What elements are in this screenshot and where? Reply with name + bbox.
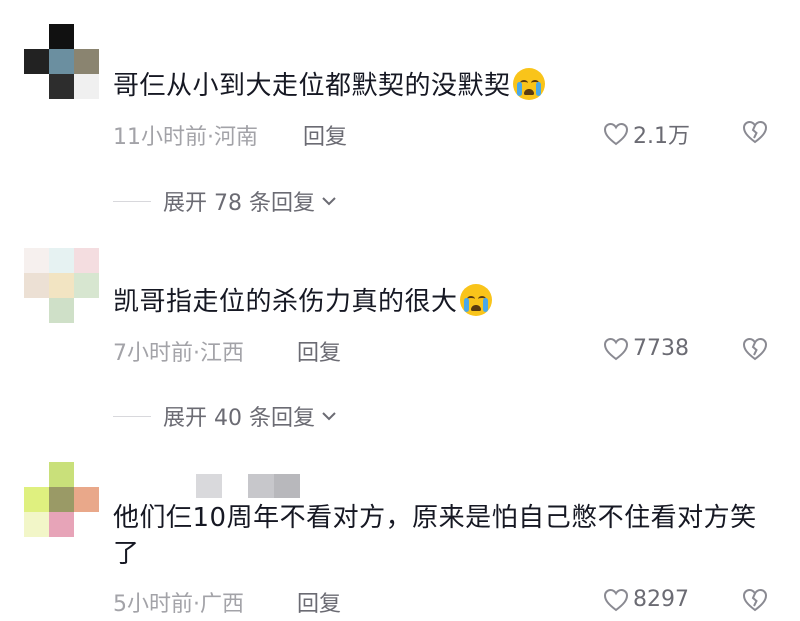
- comment-text: 凯哥指走位的杀伤力真的很大: [113, 284, 773, 320]
- reply-button[interactable]: 回复: [303, 119, 347, 151]
- avatar-pixel: [24, 24, 49, 49]
- avatar-pixel: [24, 273, 49, 298]
- like-button[interactable]: 2.1万: [603, 118, 690, 150]
- comment-meta: 5小时前·广西: [113, 586, 244, 618]
- avatar-pixel: [74, 512, 99, 537]
- username-redacted: [196, 474, 306, 498]
- like-count: 7738: [633, 336, 689, 361]
- heart-icon: [603, 337, 629, 360]
- avatar-pixel: [74, 248, 99, 273]
- avatar-pixel: [49, 49, 74, 74]
- avatar-pixel: [49, 487, 74, 512]
- chevron-down-icon: [322, 197, 336, 206]
- avatar-pixel: [49, 298, 74, 323]
- like-count: 2.1万: [633, 124, 690, 149]
- avatar-pixel: [74, 273, 99, 298]
- chevron-down-icon: [322, 412, 336, 421]
- avatar[interactable]: [24, 24, 100, 100]
- avatar-pixel: [74, 462, 99, 487]
- avatar-pixel: [49, 24, 74, 49]
- avatar[interactable]: [24, 248, 100, 324]
- separator: ·: [193, 341, 200, 366]
- heart-icon: [603, 588, 629, 611]
- like-count: 8297: [633, 587, 689, 612]
- like-button[interactable]: 8297: [603, 587, 689, 612]
- avatar-pixel: [49, 74, 74, 99]
- loudly-crying-face-icon: [459, 284, 492, 316]
- loudly-crying-face-icon: [512, 68, 545, 100]
- avatar-pixel: [74, 74, 99, 99]
- separator: ·: [193, 592, 200, 617]
- heart-icon: [603, 122, 629, 146]
- comment-time: 11小时前: [113, 125, 207, 150]
- comment-location: 河南: [214, 125, 259, 150]
- comment-meta: 11小时前·河南: [113, 119, 258, 151]
- expand-replies-button[interactable]: 展开 78 条回复: [113, 185, 337, 217]
- expand-replies-button[interactable]: 展开 40 条回复: [113, 400, 337, 432]
- avatar-pixel: [24, 74, 49, 99]
- comment-meta: 7小时前·江西: [113, 335, 244, 367]
- avatar-pixel: [24, 49, 49, 74]
- avatar-pixel: [49, 273, 74, 298]
- broken-heart-icon[interactable]: [742, 588, 768, 612]
- comment-time: 5小时前: [113, 592, 193, 617]
- avatar-pixel: [74, 298, 99, 323]
- avatar-pixel: [49, 512, 74, 537]
- comment-location: 江西: [200, 341, 245, 366]
- separator: ·: [207, 125, 214, 150]
- comment-text: 哥仨从小到大走位都默契的没默契: [113, 68, 773, 104]
- avatar-pixel: [24, 298, 49, 323]
- broken-heart-icon[interactable]: [742, 337, 768, 361]
- avatar-pixel: [24, 248, 49, 273]
- avatar-pixel: [74, 49, 99, 74]
- comment-time: 7小时前: [113, 341, 193, 366]
- like-button[interactable]: 7738: [603, 336, 689, 361]
- comment-location: 广西: [200, 592, 245, 617]
- avatar-pixel: [74, 24, 99, 49]
- avatar-pixel: [49, 462, 74, 487]
- reply-button[interactable]: 回复: [297, 335, 341, 367]
- avatar[interactable]: [24, 462, 100, 538]
- reply-button[interactable]: 回复: [297, 586, 341, 618]
- divider-line: [113, 415, 151, 417]
- avatar-pixel: [24, 462, 49, 487]
- broken-heart-icon[interactable]: [742, 120, 768, 144]
- avatar-pixel: [24, 487, 49, 512]
- divider-line: [113, 200, 151, 202]
- comment-text: 他们仨10周年不看对方，原来是怕自己憋不住看对方笑了: [113, 503, 757, 569]
- avatar-pixel: [24, 512, 49, 537]
- avatar-pixel: [74, 487, 99, 512]
- avatar-pixel: [49, 248, 74, 273]
